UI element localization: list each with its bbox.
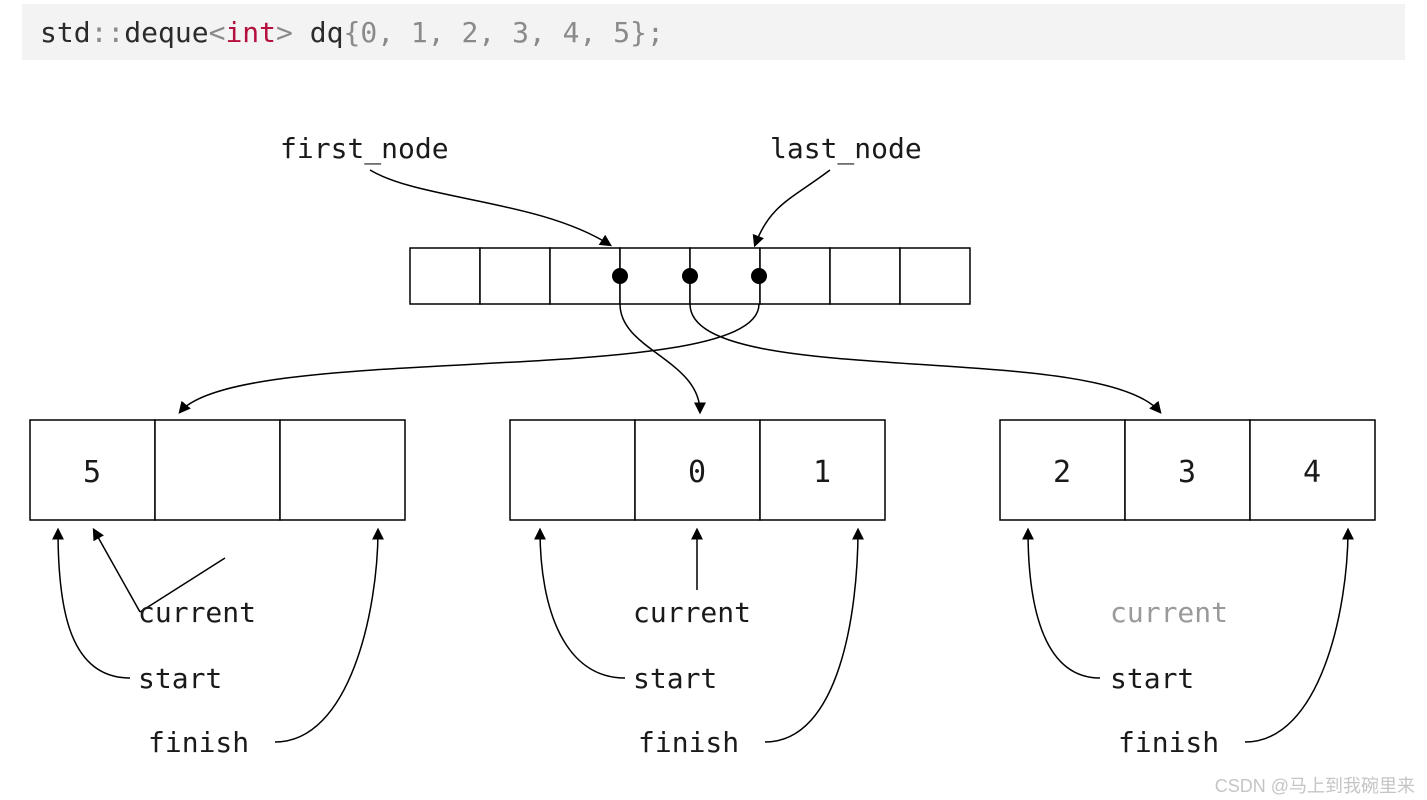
chunk-2-cell-2: 4 (1303, 455, 1321, 490)
chunk-2-current-label: current (1110, 596, 1228, 629)
chunk-0-start-arrow (58, 530, 130, 678)
map-dot-2 (751, 268, 767, 284)
arrow-last-node (755, 170, 830, 245)
watermark: CSDN @马上到我碗里来 (1215, 776, 1415, 796)
chunk-2-cell-0: 2 (1053, 455, 1071, 490)
chunk-1-finish-arrow (765, 530, 858, 742)
chunk-1-current-label: current (633, 596, 751, 629)
chunk-0-finish-arrow (275, 530, 378, 742)
chunk-0: 5 (30, 420, 405, 520)
map-array (410, 248, 970, 304)
map-dot-0 (612, 268, 628, 284)
chunk-2-finish-label: finish (1118, 726, 1219, 759)
arrow-map-to-chunk-right (690, 304, 1160, 412)
code-line: std::deque<int> dq{0, 1, 2, 3, 4, 5}; (40, 16, 664, 49)
chunk-2-finish-arrow (1245, 530, 1348, 742)
chunk-2-start-arrow (1028, 530, 1100, 678)
map-dot-1 (682, 268, 698, 284)
chunk-1-start-label: start (633, 662, 717, 695)
chunk-0-current-arrow (94, 530, 140, 612)
first-node-label: first_node (280, 132, 449, 166)
chunk-1-finish-label: finish (638, 726, 739, 759)
chunk-0-current-label: current (138, 596, 256, 629)
chunk-2: 2 3 4 (1000, 420, 1375, 520)
chunk-0-cell-0: 5 (83, 455, 101, 490)
chunk-0-finish-label: finish (148, 726, 249, 759)
last-node-label: last_node (770, 132, 922, 166)
chunk-1: 0 1 (510, 420, 885, 520)
chunk-1-cell-1: 0 (688, 455, 706, 490)
arrow-map-to-chunk-mid (620, 304, 700, 412)
arrow-map-to-chunk-left (180, 304, 759, 412)
arrow-first-node (370, 170, 610, 245)
chunk-1-start-arrow (540, 530, 625, 678)
chunk-1-cell-2: 1 (813, 455, 831, 490)
chunk-0-start-label: start (138, 662, 222, 695)
chunk-2-cell-1: 3 (1178, 455, 1196, 490)
chunk-2-start-label: start (1110, 662, 1194, 695)
